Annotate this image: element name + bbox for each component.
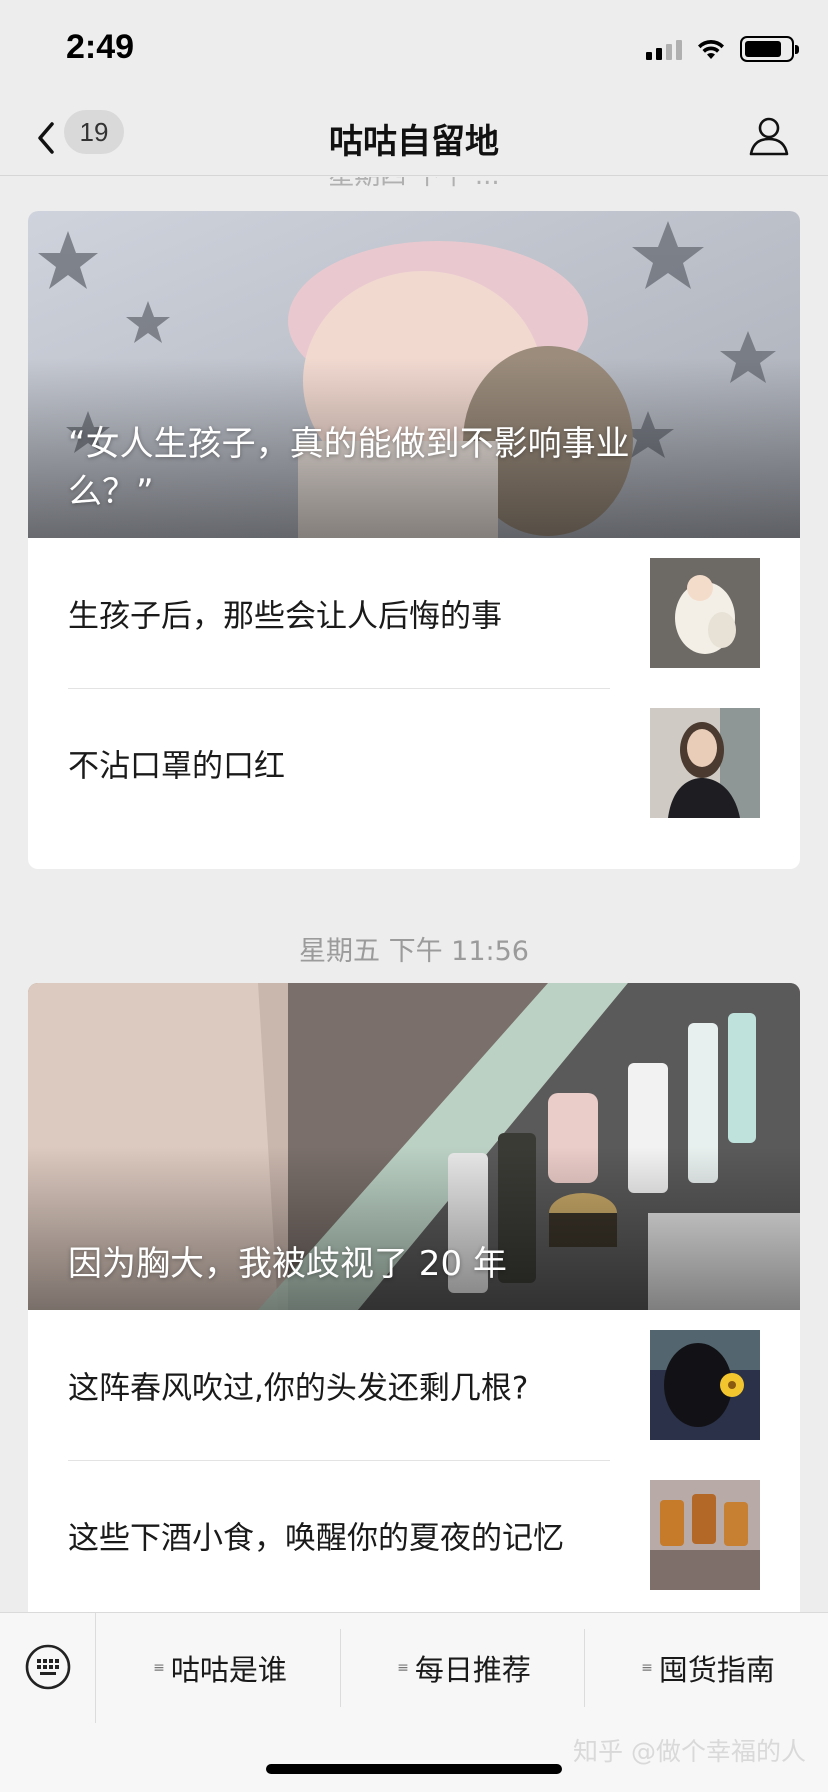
article-row[interactable]: 这阵春风吹过,你的头发还剩几根? — [28, 1310, 800, 1460]
article-thumbnail — [650, 1330, 760, 1440]
divider — [68, 1460, 610, 1461]
menu-item-stocking-guide[interactable]: ≡ 囤货指南 — [586, 1629, 828, 1707]
status-icons — [646, 34, 799, 64]
keyboard-icon — [25, 1644, 71, 1690]
article-thumbnail — [650, 708, 760, 818]
article-row[interactable]: 生孩子后，那些会让人后悔的事 — [28, 538, 800, 688]
divider — [68, 688, 610, 689]
menu-lines-icon: ≡ — [641, 1660, 653, 1676]
hero-article-title: “女人生孩子，真的能做到不影响事业么？” — [68, 424, 630, 512]
menu-item-label: 囤货指南 — [658, 1653, 775, 1687]
menu-item-label: 每日推荐 — [414, 1653, 531, 1687]
status-bar: 2:49 — [0, 0, 828, 100]
date-header: 星期四 下午 ... — [0, 177, 828, 192]
hero-article-title: 因为胸大，我被歧视了 20 年 — [68, 1244, 507, 1284]
article-thumbnail — [650, 1480, 760, 1590]
watermark: 知乎 @做个幸福的人 — [573, 1737, 806, 1766]
cellular-signal-icon — [646, 38, 682, 60]
battery-icon — [740, 36, 799, 62]
menu-divider — [584, 1629, 585, 1707]
menu-item-daily-picks[interactable]: ≡ 每日推荐 — [342, 1629, 586, 1707]
article-title: 这些下酒小食，唤醒你的夏夜的记忆 — [68, 1520, 564, 1557]
hero-article[interactable]: 因为胸大，我被歧视了 20 年 — [28, 983, 800, 1310]
menu-lines-icon: ≡ — [397, 1660, 409, 1676]
page-title: 咕咕自留地 — [329, 122, 499, 162]
hero-article[interactable]: “女人生孩子，真的能做到不影响事业么？” — [28, 211, 800, 538]
nav-bar: 19 咕咕自留地 — [0, 100, 828, 176]
menu-divider — [340, 1629, 341, 1707]
date-header: 星期五 下午 11:56 — [299, 936, 529, 967]
menu-item-label: 咕咕是谁 — [170, 1653, 287, 1687]
article-card[interactable]: “女人生孩子，真的能做到不影响事业么？” 生孩子后，那些会让人后悔的事 不沾口罩… — [28, 211, 800, 869]
article-card[interactable]: 因为胸大，我被歧视了 20 年 这阵春风吹过,你的头发还剩几根? 这些下酒小食，… — [28, 983, 800, 1612]
article-title: 生孩子后，那些会让人后悔的事 — [68, 598, 502, 635]
wifi-icon — [698, 39, 724, 59]
article-title: 不沾口罩的口红 — [68, 748, 285, 785]
message-feed[interactable]: 星期四 下午 ... — [0, 177, 828, 1612]
article-row[interactable]: 不沾口罩的口红 — [28, 688, 800, 838]
status-time: 2:49 — [66, 28, 135, 66]
home-indicator[interactable] — [266, 1764, 562, 1774]
article-row[interactable]: 这些下酒小食，唤醒你的夏夜的记忆 — [28, 1460, 800, 1610]
menu-lines-icon: ≡ — [153, 1660, 165, 1676]
article-thumbnail — [650, 558, 760, 668]
article-title: 这阵春风吹过,你的头发还剩几根? — [68, 1370, 529, 1407]
profile-icon[interactable] — [746, 112, 792, 160]
menu-item-who-is-gugu[interactable]: ≡ 咕咕是谁 — [98, 1629, 342, 1707]
keyboard-toggle-button[interactable] — [0, 1613, 96, 1723]
